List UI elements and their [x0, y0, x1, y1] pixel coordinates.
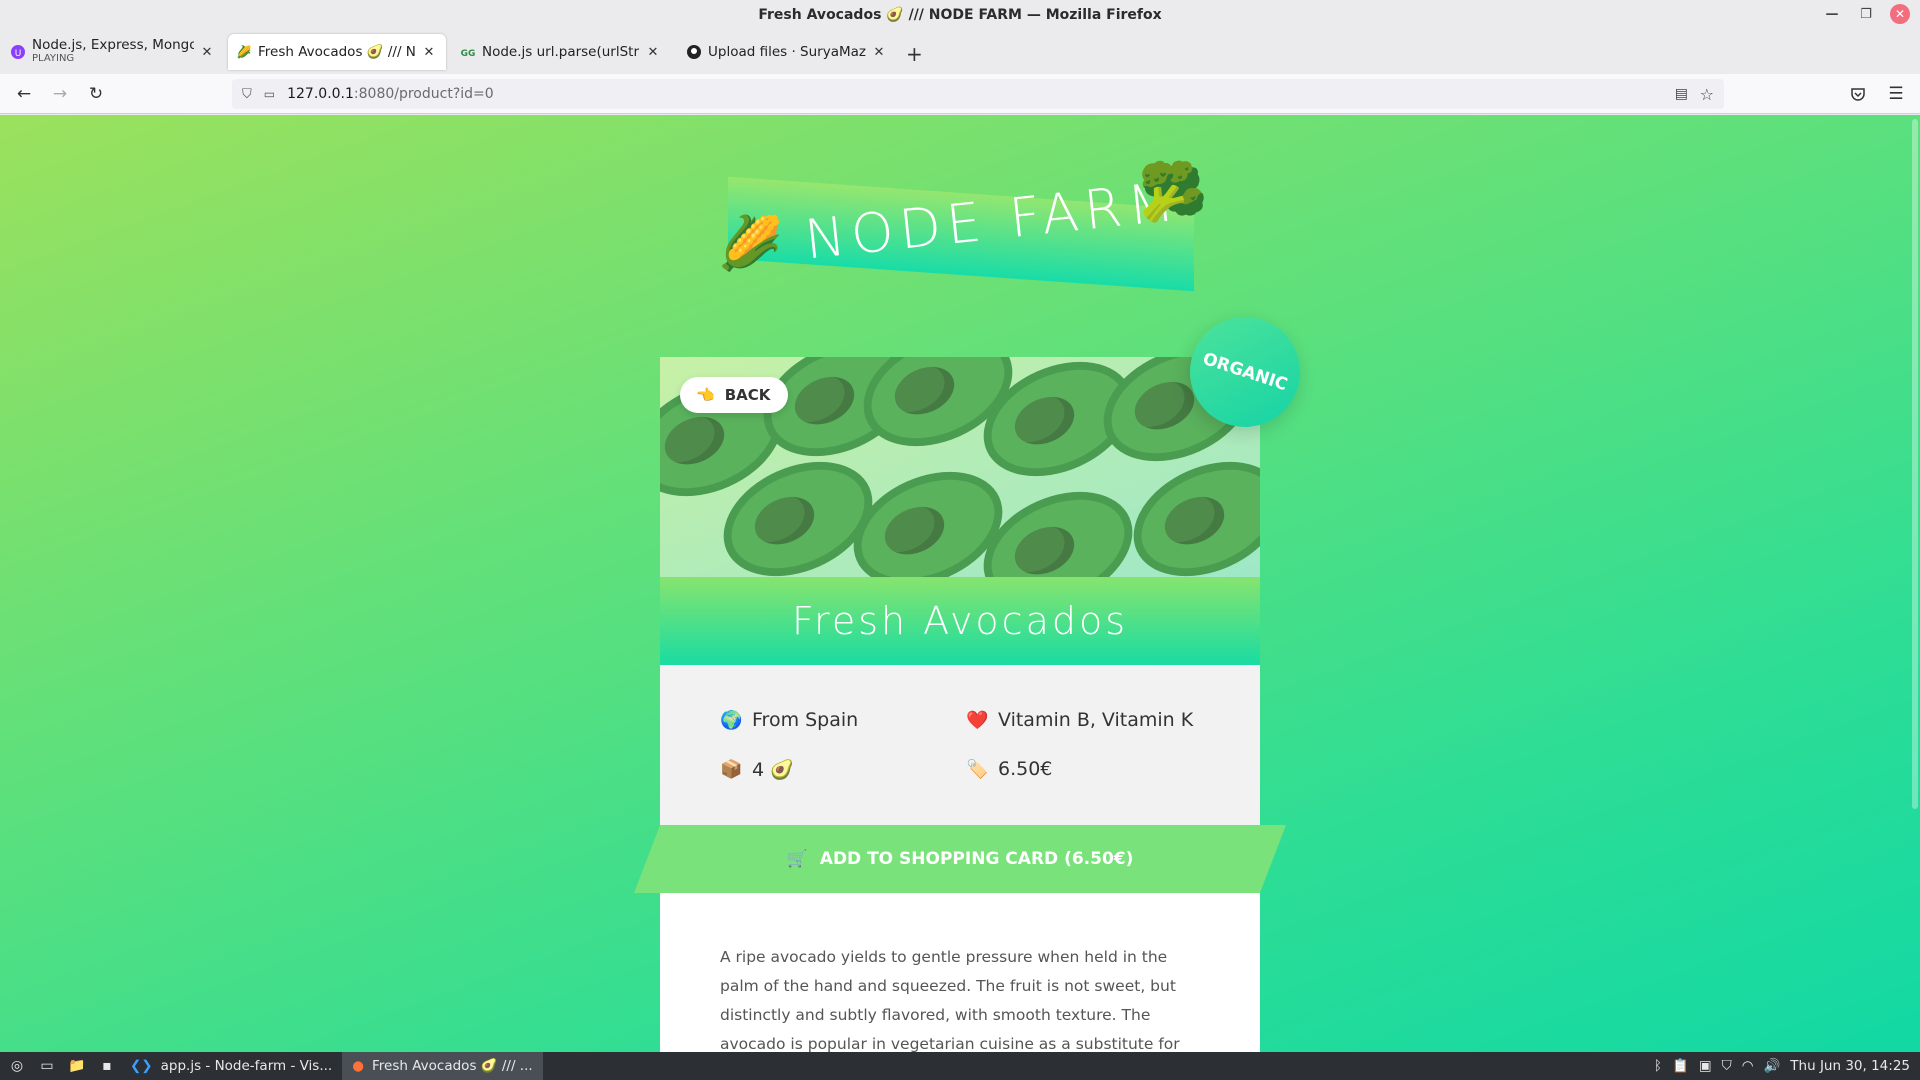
globe-icon: 🌍 [720, 709, 743, 731]
tab-close-icon[interactable]: ✕ [870, 45, 888, 60]
tab-nodejs-course[interactable]: U Node.js, Express, MongoDB PLAYING ✕ [2, 34, 224, 70]
tab-close-icon[interactable]: ✕ [420, 45, 438, 60]
nutrients-text: Vitamin B, Vitamin K [998, 709, 1194, 731]
restore-icon[interactable]: ❐ [1856, 4, 1876, 24]
tab-label: Node.js url.parse(urlString, [482, 44, 640, 60]
detail-price: 🏷️ 6.50€ [966, 758, 1052, 780]
back-arrow-icon[interactable]: ← [12, 82, 36, 106]
clipboard-icon[interactable]: 📋 [1672, 1058, 1689, 1074]
shield-icon[interactable]: ⛉ [242, 87, 252, 102]
wifi-icon[interactable]: ◠ [1742, 1058, 1754, 1074]
github-icon [686, 44, 702, 60]
price-tag-icon: 🏷️ [966, 758, 989, 780]
taskbar-task-label: Fresh Avocados 🥑 /// ... [372, 1058, 533, 1074]
tab-url-parse[interactable]: GG Node.js url.parse(urlString, ✕ [452, 34, 670, 70]
window-titlebar: Fresh Avocados 🥑 /// NODE FARM — Mozilla… [0, 0, 1920, 30]
add-to-cart-label: ADD TO SHOPPING CARD (6.50€) [819, 849, 1134, 869]
pointing-hand-icon: 👈 [696, 386, 715, 404]
updates-icon[interactable]: ▣ [1699, 1058, 1712, 1074]
product-description: A ripe avocado yields to gentle pressure… [660, 893, 1260, 1052]
tab-playing-label: PLAYING [32, 53, 75, 64]
firefox-icon: ● [352, 1058, 364, 1074]
forward-arrow-icon[interactable]: → [48, 82, 72, 106]
detail-quantity: 📦 4 🥑 [720, 758, 794, 781]
system-tray: ᛒ 📋 ▣ ⛉ ◠ 🔊 Thu Jun 30, 14:25 [1654, 1052, 1910, 1080]
corn-icon: 🌽 [236, 45, 252, 59]
navigation-bar: ← → ↻ ⛉ ▭ 127.0.0.1:8080/product?id=0 ▤ … [0, 74, 1920, 114]
add-to-cart-button[interactable]: 🛒 ADD TO SHOPPING CARD (6.50€) [634, 825, 1286, 893]
taskbar-task-label: app.js - Node-farm - Vis... [160, 1058, 333, 1074]
tab-close-icon[interactable]: ✕ [198, 45, 216, 60]
bookmark-star-icon[interactable]: ☆ [1700, 85, 1714, 104]
svg-text:U: U [15, 49, 22, 59]
node-farm-logo[interactable]: 🌽 NODE FARM 🥦 [718, 160, 1208, 292]
detail-nutrients: ❤️ Vitamin B, Vitamin K [966, 709, 1193, 731]
purple-circle-icon: U [10, 44, 26, 60]
tab-bar: U Node.js, Express, MongoDB PLAYING ✕ 🌽 … [0, 30, 1920, 74]
product-title-band: Fresh Avocados [660, 577, 1260, 665]
close-window-icon[interactable]: ✕ [1890, 4, 1910, 24]
reload-icon[interactable]: ↻ [84, 82, 108, 106]
price-text: 6.50€ [998, 758, 1053, 780]
quantity-text: 4 🥑 [752, 759, 794, 781]
taskbar-task-firefox[interactable]: ● Fresh Avocados 🥑 /// ... [342, 1052, 543, 1080]
page-viewport: 🌽 NODE FARM 🥦 👈 BACK ORGANIC Fresh Avoca… [0, 115, 1920, 1052]
minimize-icon[interactable]: — [1822, 4, 1842, 24]
page-scrollbar[interactable] [1912, 119, 1918, 809]
window-controls: — ❐ ✕ [1822, 4, 1910, 24]
reader-view-icon[interactable]: ▤ [1675, 86, 1688, 102]
description-text: A ripe avocado yields to gentle pressure… [720, 948, 1180, 1052]
broccoli-icon: 🥦 [1138, 160, 1208, 225]
terminal-icon[interactable]: ▪ [94, 1054, 120, 1078]
start-menu-icon[interactable]: ◎ [4, 1054, 30, 1078]
product-card: 👈 BACK ORGANIC Fresh Avocados 🌍 From Spa… [634, 302, 1315, 1052]
url-host: 127.0.0.1 [287, 86, 354, 102]
tab-github-upload[interactable]: Upload files · SuryaMazumd ✕ [678, 34, 896, 70]
origin-text: From Spain [752, 709, 859, 731]
package-icon: 📦 [720, 759, 743, 780]
heart-icon: ❤️ [966, 709, 989, 731]
detail-origin: 🌍 From Spain [720, 709, 858, 731]
vscode-icon: ❮❯ [130, 1058, 153, 1074]
tab-fresh-avocados[interactable]: 🌽 Fresh Avocados 🥑 /// NODE ✕ [228, 34, 446, 70]
page-info-icon[interactable]: ▭ [264, 87, 275, 101]
clock[interactable]: Thu Jun 30, 14:25 [1790, 1058, 1910, 1074]
product-image: 👈 BACK [660, 357, 1260, 577]
organic-badge-label: ORGANIC [1200, 348, 1290, 396]
product-title: Fresh Avocados [791, 599, 1129, 643]
url-bar[interactable]: ⛉ ▭ 127.0.0.1:8080/product?id=0 ▤ ☆ [232, 79, 1724, 109]
pocket-icon[interactable] [1846, 82, 1870, 106]
shield-icon[interactable]: ⛉ [1722, 1058, 1732, 1074]
svg-text:GG: GG [461, 49, 476, 58]
file-manager-icon[interactable]: 📁 [64, 1054, 90, 1078]
bluetooth-icon[interactable]: ᛒ [1654, 1058, 1662, 1074]
volume-icon[interactable]: 🔊 [1763, 1058, 1780, 1074]
tab-label: Node.js, Express, MongoDB [32, 38, 194, 53]
back-button[interactable]: 👈 BACK [680, 377, 789, 413]
window-title: Fresh Avocados 🥑 /// NODE FARM — Mozilla… [758, 7, 1162, 23]
product-details: 🌍 From Spain ❤️ Vitamin B, Vitamin K 📦 4… [660, 665, 1260, 825]
url-path: :8080/product?id=0 [353, 86, 494, 102]
gfg-icon: GG [460, 44, 476, 60]
menu-hamburger-icon[interactable]: ☰ [1884, 82, 1908, 106]
taskbar-task-vscode[interactable]: ❮❯ app.js - Node-farm - Vis... [120, 1052, 342, 1080]
shopping-cart-icon: 🛒 [786, 849, 808, 869]
new-tab-plus-icon[interactable]: + [906, 42, 923, 66]
tab-close-icon[interactable]: ✕ [644, 45, 662, 60]
back-button-label: BACK [724, 386, 771, 404]
show-desktop-icon[interactable]: ▭ [34, 1054, 60, 1078]
tab-label: Upload files · SuryaMazumd [708, 44, 866, 60]
taskbar: ◎ ▭ 📁 ▪ ❮❯ app.js - Node-farm - Vis... ●… [0, 1052, 1920, 1080]
tab-label: Fresh Avocados 🥑 /// NODE [258, 44, 416, 60]
corn-icon: 🌽 [718, 214, 783, 274]
